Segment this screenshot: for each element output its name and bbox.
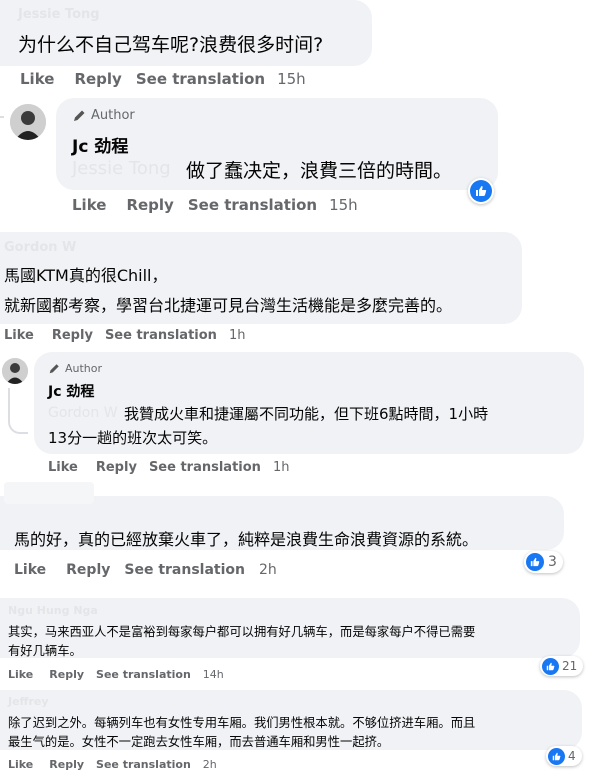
- thumbs-up-icon: [548, 747, 565, 765]
- see-translation-link[interactable]: See translation: [96, 758, 191, 771]
- like-button[interactable]: Like: [48, 460, 78, 475]
- commenter-name[interactable]: Jc 劲程: [72, 132, 128, 157]
- mention-tag[interactable]: Jessie Tong: [72, 158, 171, 179]
- comment-text-line: 最生气的是。女性不一定跑去女性车厢，而去普通车厢和男性一起挤。: [8, 735, 390, 749]
- like-button[interactable]: Like: [8, 758, 33, 771]
- thumbs-up-icon: [470, 180, 492, 202]
- comment-actions: Like Reply See translation 1h: [48, 460, 289, 475]
- author-label: Author: [65, 362, 103, 375]
- reply-button[interactable]: Reply: [96, 460, 137, 475]
- comment-text: 做了蠢决定，浪費三倍的時間。: [186, 160, 453, 182]
- reaction-count: 3: [548, 554, 557, 570]
- comment-actions: Like Reply See translation 15h: [20, 70, 306, 88]
- reply-button[interactable]: Reply: [49, 758, 84, 771]
- commenter-name[interactable]: Gordon W: [4, 240, 76, 255]
- timestamp[interactable]: 2h: [203, 758, 217, 771]
- author-badge: Author: [72, 108, 135, 123]
- reaction-badge[interactable]: [468, 178, 494, 204]
- author-badge: Author: [48, 362, 102, 375]
- like-button[interactable]: Like: [4, 328, 34, 343]
- comment-text-line: 除了迟到之外。每辆列车也有女性专用车厢。我们男性根本就。不够位挤进车厢。而且: [8, 716, 476, 730]
- comment-actions: Like Reply See translation 2h: [14, 562, 277, 578]
- see-translation-link[interactable]: See translation: [105, 328, 217, 343]
- see-translation-link[interactable]: See translation: [136, 70, 265, 88]
- comment-actions: Like Reply See translation 14h: [8, 668, 224, 681]
- comment-actions: Like Reply See translation 2h: [8, 758, 217, 771]
- comment-text-line: 有好几辆车。: [8, 644, 82, 658]
- thumbs-up-icon: [542, 657, 559, 675]
- reply-thread-line: [0, 92, 4, 118]
- timestamp[interactable]: 14h: [203, 668, 224, 681]
- reply-button[interactable]: Reply: [126, 196, 173, 214]
- comment-text: 馬的好，真的已經放棄火車了，純粹是浪費生命浪費資源的系統。: [14, 530, 479, 549]
- reply-button[interactable]: Reply: [52, 328, 93, 343]
- timestamp[interactable]: 1h: [229, 328, 246, 343]
- avatar[interactable]: [10, 104, 46, 140]
- commenter-name[interactable]: Jc 劲程: [48, 381, 94, 401]
- blurred-name: [4, 482, 94, 504]
- like-button[interactable]: Like: [20, 70, 54, 88]
- reaction-badge[interactable]: 21: [540, 656, 584, 676]
- reply-button[interactable]: Reply: [74, 70, 121, 88]
- comment-actions: Like Reply See translation 1h: [4, 328, 245, 343]
- comment-text-line: 馬國KTM真的很Chill，: [4, 266, 168, 285]
- timestamp[interactable]: 15h: [329, 196, 358, 214]
- reply-button[interactable]: Reply: [66, 562, 110, 578]
- mention-tag[interactable]: Gordon W: [48, 405, 118, 421]
- reaction-count: 4: [568, 749, 576, 763]
- see-translation-link[interactable]: See translation: [149, 460, 261, 475]
- timestamp[interactable]: 15h: [277, 70, 306, 88]
- comment-text-line: 其实，马来西亚人不是富裕到每家每户都可以拥有好几辆车，而是每家每户不得已需要: [8, 625, 476, 639]
- see-translation-link[interactable]: See translation: [188, 196, 317, 214]
- reaction-badge[interactable]: 4: [546, 746, 582, 766]
- like-button[interactable]: Like: [72, 196, 106, 214]
- like-button[interactable]: Like: [14, 562, 46, 578]
- thumbs-up-icon: [526, 553, 544, 571]
- see-translation-link[interactable]: See translation: [124, 562, 245, 578]
- commenter-name[interactable]: Jeffrey: [8, 695, 49, 708]
- reply-thread-line: [8, 388, 28, 434]
- author-label: Author: [91, 108, 135, 123]
- commenter-name[interactable]: Ngu Hung Nga: [8, 604, 98, 617]
- commenter-name[interactable]: Jessie Tong: [18, 7, 100, 22]
- timestamp[interactable]: 2h: [259, 562, 277, 578]
- comment-text-line: 我贊成火車和捷運屬不同功能，但下班6點時間，1小時: [124, 405, 489, 423]
- comment-text-line: 13分一趟的班次太可笑。: [48, 429, 218, 447]
- reply-button[interactable]: Reply: [49, 668, 84, 681]
- pen-icon: [49, 363, 59, 373]
- reaction-count: 21: [562, 659, 578, 673]
- comment-text-line: 就新國都考察，學習台北捷運可見台灣生活機能是多麼完善的。: [4, 296, 453, 315]
- comment-actions: Like Reply See translation 15h: [72, 196, 358, 214]
- comment-text: 为什么不自己驾车呢?浪费很多时间?: [18, 34, 324, 56]
- reaction-badge[interactable]: 3: [524, 551, 563, 573]
- like-button[interactable]: Like: [8, 668, 33, 681]
- see-translation-link[interactable]: See translation: [96, 668, 191, 681]
- timestamp[interactable]: 1h: [273, 460, 290, 475]
- pen-icon: [74, 110, 85, 121]
- avatar[interactable]: [2, 358, 28, 384]
